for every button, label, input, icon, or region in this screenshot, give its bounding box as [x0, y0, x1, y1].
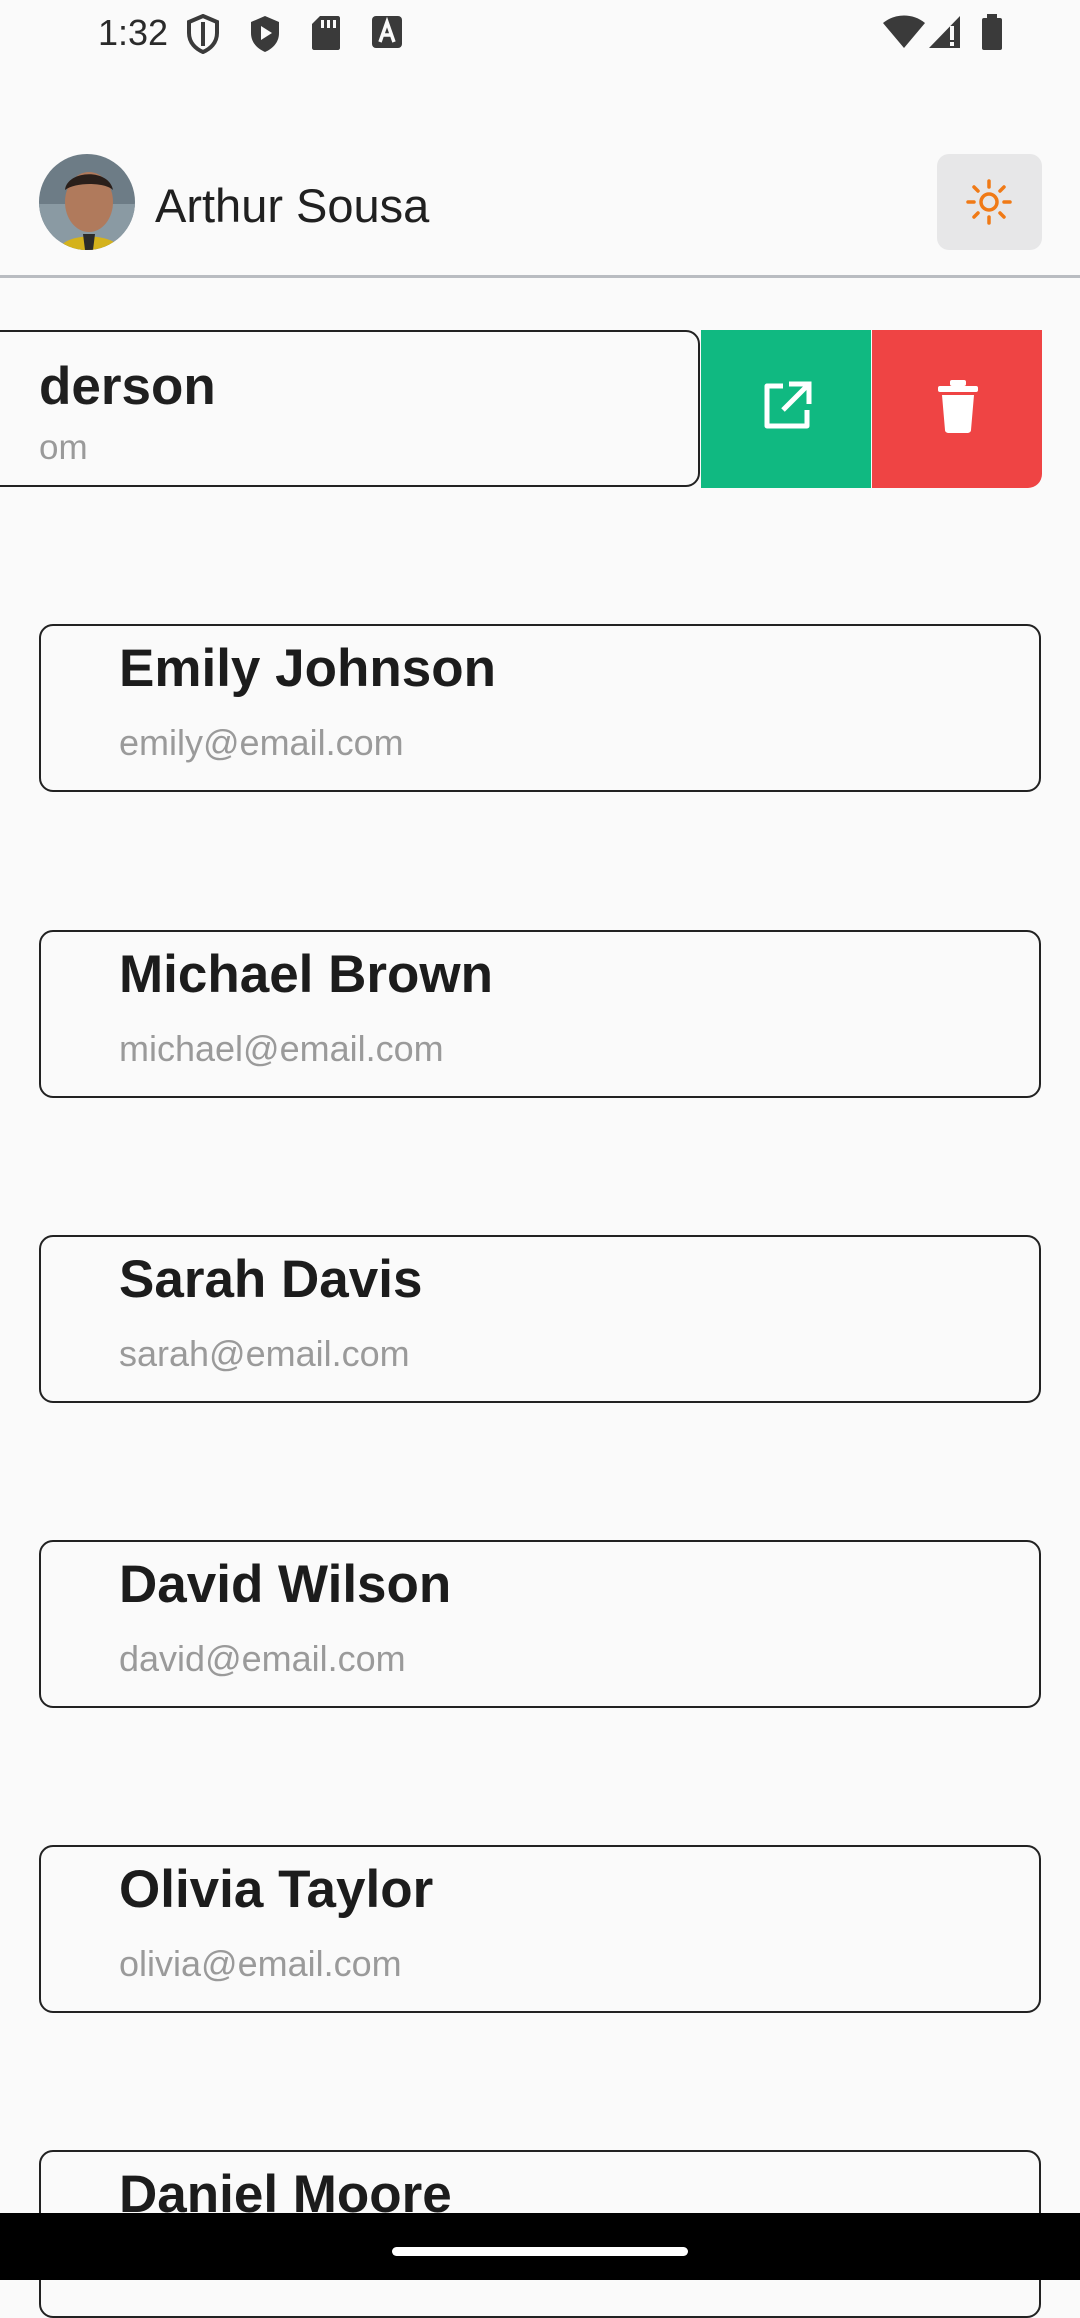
battery-icon: [980, 14, 1004, 57]
open-contact-button[interactable]: [701, 330, 871, 488]
contact-email: david@email.com: [119, 1638, 406, 1679]
contact-email: olivia@email.com: [119, 1943, 402, 1984]
theme-toggle-button[interactable]: [937, 154, 1042, 250]
sd-card-icon: [310, 14, 342, 57]
status-bar: 1:32: [0, 0, 1080, 66]
contact-email: michael@email.com: [119, 1028, 444, 1069]
contact-name: Olivia Taylor: [119, 1860, 434, 1919]
user-name: Arthur Sousa: [155, 179, 430, 232]
home-gesture-handle[interactable]: [392, 2247, 688, 2256]
font-icon: [370, 14, 404, 55]
delete-contact-button[interactable]: [872, 330, 1042, 488]
contact-name: Sarah Davis: [119, 1250, 423, 1309]
contact-name: Emily Johnson: [119, 639, 496, 698]
shield-icon: [186, 13, 220, 59]
contact-name: Michael Brown: [119, 945, 494, 1004]
contact-card[interactable]: Emily Johnson emily@email.com: [39, 624, 1041, 792]
swiped-list-item[interactable]: derson om: [0, 330, 1080, 490]
contact-email: emily@email.com: [119, 722, 404, 763]
avatar[interactable]: [39, 154, 135, 250]
contact-card[interactable]: Michael Brown michael@email.com: [39, 930, 1041, 1098]
signal-icon: [928, 14, 962, 55]
contact-card[interactable]: David Wilson david@email.com: [39, 1540, 1041, 1708]
contact-card[interactable]: Olivia Taylor olivia@email.com: [39, 1845, 1041, 2013]
system-nav-bar: [0, 2213, 1080, 2280]
play-protect-icon: [248, 14, 282, 59]
wifi-icon: [882, 14, 926, 55]
contact-name: David Wilson: [119, 1555, 452, 1614]
contact-email: sarah@email.com: [119, 1333, 410, 1374]
contact-name: derson: [39, 357, 216, 416]
contact-email: om: [39, 428, 88, 467]
app-header: Arthur Sousa: [0, 66, 1080, 278]
contact-card[interactable]: derson om: [0, 330, 700, 487]
contact-card[interactable]: Sarah Davis sarah@email.com: [39, 1235, 1041, 1403]
status-time: 1:32: [98, 12, 169, 53]
